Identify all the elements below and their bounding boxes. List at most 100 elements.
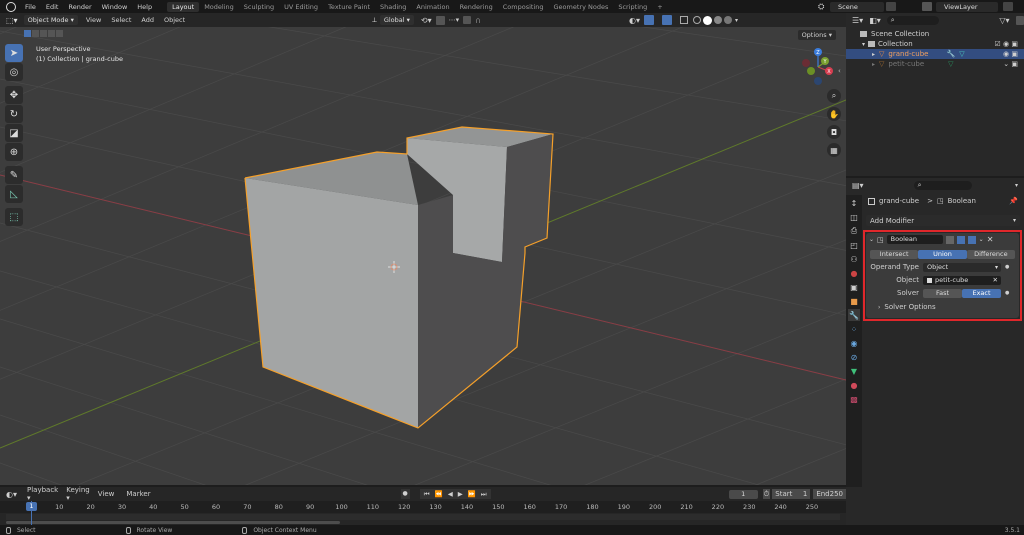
menu-marker[interactable]: Marker <box>126 490 150 498</box>
expand-icon[interactable]: ▸ <box>872 61 875 68</box>
tab-rendering[interactable]: Rendering <box>455 2 498 12</box>
world-tab-icon[interactable]: ● <box>848 267 860 279</box>
tab-scripting[interactable]: Scripting <box>613 2 652 12</box>
transform-tool-icon[interactable]: ⊕ <box>5 143 23 161</box>
jump-start-icon[interactable]: ⏮ <box>424 490 430 499</box>
tool-tab-icon[interactable]: ↕ <box>848 197 860 209</box>
menu-edit[interactable]: Edit <box>41 3 64 11</box>
editor-type-icon[interactable]: ⬚▾ <box>6 16 18 25</box>
pivot-icon[interactable]: ⟲▾ <box>421 16 432 25</box>
menu-help[interactable]: Help <box>132 3 157 11</box>
add-cube-tool-icon[interactable]: ⬚ <box>5 208 23 226</box>
add-modifier-button[interactable]: Add Modifier ▾ <box>866 215 1020 226</box>
clear-icon[interactable]: ✕ <box>993 276 998 285</box>
pan-hand-icon[interactable]: ✋ <box>827 107 841 121</box>
select-extend-icon[interactable] <box>32 30 39 37</box>
menu-view[interactable]: View <box>98 490 115 498</box>
menu-object[interactable]: Object <box>159 16 190 24</box>
gizmo-neg-y[interactable] <box>807 67 815 75</box>
outliner-search-input[interactable]: ⌕ <box>886 15 940 25</box>
blender-logo-icon[interactable] <box>6 1 16 12</box>
select-subtract-icon[interactable] <box>40 30 47 37</box>
keyframe-dot-icon[interactable]: ● <box>1005 264 1009 270</box>
ortho-grid-icon[interactable]: ▦ <box>827 143 841 157</box>
tab-texture-paint[interactable]: Texture Paint <box>323 2 375 12</box>
scene-tab-icon[interactable]: ⚇ <box>848 253 860 265</box>
remove-modifier-icon[interactable]: ✕ <box>987 235 994 244</box>
track-area[interactable] <box>6 514 840 520</box>
collection-label[interactable]: Collection <box>878 40 913 48</box>
outliner-item-petit-cube[interactable]: ▸ ▽ petit-cube ▽ ⌄ ▣ <box>846 59 1024 69</box>
outliner-filter-icon[interactable]: ▽▾ <box>999 16 1009 25</box>
physics-tab-icon[interactable]: ◉ <box>848 337 860 349</box>
solver-fast-button[interactable]: Fast <box>923 288 962 298</box>
xray-icon[interactable] <box>680 16 688 24</box>
tab-modeling[interactable]: Modeling <box>199 2 239 12</box>
view-layer-selector[interactable]: ViewLayer <box>936 2 998 12</box>
edit-mode-toggle-icon[interactable] <box>945 235 954 244</box>
operand-type-dropdown[interactable]: Object ▾ <box>923 262 1001 272</box>
play-icon[interactable]: ▶ <box>458 490 463 498</box>
menu-select[interactable]: Select <box>106 16 136 24</box>
data-tab-icon[interactable]: ▼ <box>848 365 860 377</box>
select-invert-icon[interactable] <box>48 30 55 37</box>
rotate-tool-icon[interactable]: ↻ <box>5 105 23 123</box>
outliner-item-grand-cube[interactable]: ▸ ▽ grand-cube 🔧 ▽ ◉ ▣ <box>846 49 1024 59</box>
menu-render[interactable]: Render <box>63 3 96 11</box>
camera-view-icon[interactable]: ◘ <box>827 125 841 139</box>
expand-collection-icon[interactable]: ▾ <box>862 41 865 48</box>
intersect-button[interactable]: Intersect <box>870 249 919 259</box>
view-layer-tab-icon[interactable]: ◰ <box>848 239 860 251</box>
tab-layout[interactable]: Layout <box>167 1 200 12</box>
falloff-icon[interactable]: ∩ <box>475 16 481 25</box>
record-button[interactable]: ● <box>400 489 410 499</box>
rendered-shading-icon[interactable] <box>724 16 732 24</box>
overlay-toggle-icon[interactable] <box>662 15 672 25</box>
scene-icon[interactable]: ⛭ <box>818 2 824 12</box>
snap-target-icon[interactable]: ⋯▾ <box>449 16 460 24</box>
navigation-gizmo[interactable]: Z Y X <box>796 45 840 89</box>
modifier-menu-icon[interactable]: ⌄ <box>979 236 984 243</box>
options-dropdown[interactable]: Options ▾ <box>797 30 836 40</box>
collection-visibility-controls[interactable]: ☑ ◉ ▣ <box>995 40 1018 48</box>
editor-type-icon[interactable]: ▤▾ <box>852 181 864 190</box>
properties-search-input[interactable]: ⌕ <box>913 180 972 190</box>
material-tab-icon[interactable]: ● <box>848 379 860 391</box>
object-mode-dropdown[interactable]: Object Mode ▾ <box>23 15 78 25</box>
scale-tool-icon[interactable]: ◪ <box>5 124 23 142</box>
prev-keyframe-icon[interactable]: ⏪ <box>435 490 443 498</box>
select-new-icon[interactable] <box>24 30 31 37</box>
render-toggle-icon[interactable] <box>967 235 976 244</box>
proportional-edit-icon[interactable] <box>463 16 472 24</box>
viewport-toggle-icon[interactable] <box>956 235 965 244</box>
tab-compositing[interactable]: Compositing <box>498 2 549 12</box>
difference-button[interactable]: Difference <box>966 249 1015 259</box>
zoom-icon[interactable]: ⌕ <box>827 89 841 103</box>
tab-sculpting[interactable]: Sculpting <box>239 2 279 12</box>
play-reverse-icon[interactable]: ◀ <box>448 490 453 498</box>
measure-tool-icon[interactable]: ◺ <box>5 185 23 203</box>
collection-tab-icon[interactable]: ▣ <box>848 281 860 293</box>
tab-geometry-nodes[interactable]: Geometry Nodes <box>549 2 614 12</box>
object-visibility-controls[interactable]: ⌄ ▣ <box>1003 60 1018 68</box>
view-layer-icon[interactable] <box>922 2 932 11</box>
union-button[interactable]: Union <box>918 249 967 259</box>
move-tool-icon[interactable]: ✥ <box>5 86 23 104</box>
keying-menu[interactable]: Keying ▾ <box>66 486 90 502</box>
add-workspace-button[interactable]: + <box>652 2 667 12</box>
solid-shading-icon[interactable] <box>703 15 712 25</box>
tab-uv-editing[interactable]: UV Editing <box>279 2 323 12</box>
shading-options-icon[interactable]: ▾ <box>735 17 738 24</box>
gizmo-neg-z[interactable] <box>814 77 822 85</box>
texture-tab-icon[interactable]: ▩ <box>848 393 860 405</box>
3d-viewport[interactable]: User Perspective (1) Collection | grand-… <box>0 27 846 485</box>
menu-window[interactable]: Window <box>97 3 133 11</box>
object-field[interactable]: petit-cube ✕ <box>923 275 1001 285</box>
sidebar-toggle-icon[interactable]: ‹ <box>838 67 841 75</box>
menu-view[interactable]: View <box>81 16 106 24</box>
cursor-tool-icon[interactable]: ◎ <box>5 63 23 81</box>
select-box-tool-icon[interactable]: ➤ <box>5 44 23 62</box>
keyframe-dot-icon[interactable]: ● <box>1005 290 1009 296</box>
expand-icon[interactable]: ▸ <box>872 51 875 58</box>
annotate-tool-icon[interactable]: ✎ <box>5 166 23 184</box>
